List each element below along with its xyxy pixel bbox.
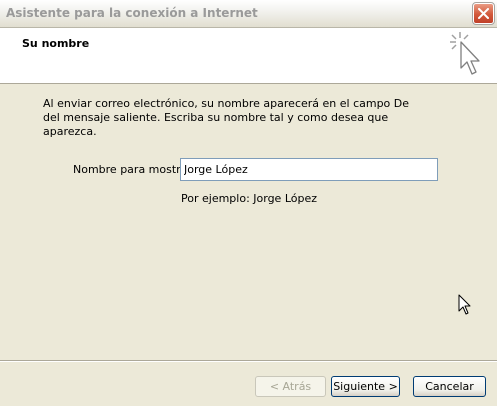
wizard-header: Su nombre bbox=[0, 28, 497, 84]
wizard-cursor-icon bbox=[450, 32, 480, 75]
display-name-input[interactable] bbox=[180, 158, 438, 181]
button-bar-divider bbox=[0, 360, 497, 362]
cancel-button[interactable]: Cancelar bbox=[413, 376, 486, 397]
window-title: Asistente para la conexión a Internet bbox=[6, 6, 258, 20]
title-bar[interactable]: Asistente para la conexión a Internet bbox=[0, 0, 497, 28]
instructions-text: Al enviar correo electrónico, su nombre … bbox=[43, 97, 410, 138]
example-text: Por ejemplo: Jorge López bbox=[181, 192, 318, 205]
close-button[interactable] bbox=[472, 2, 495, 25]
next-button[interactable]: Siguiente > bbox=[331, 376, 400, 397]
display-name-label: Nombre para mostrar: bbox=[73, 163, 196, 176]
back-button[interactable]: < Atrás bbox=[255, 376, 326, 397]
mouse-pointer-icon bbox=[458, 294, 471, 315]
close-icon bbox=[478, 8, 489, 19]
page-title: Su nombre bbox=[22, 37, 90, 50]
